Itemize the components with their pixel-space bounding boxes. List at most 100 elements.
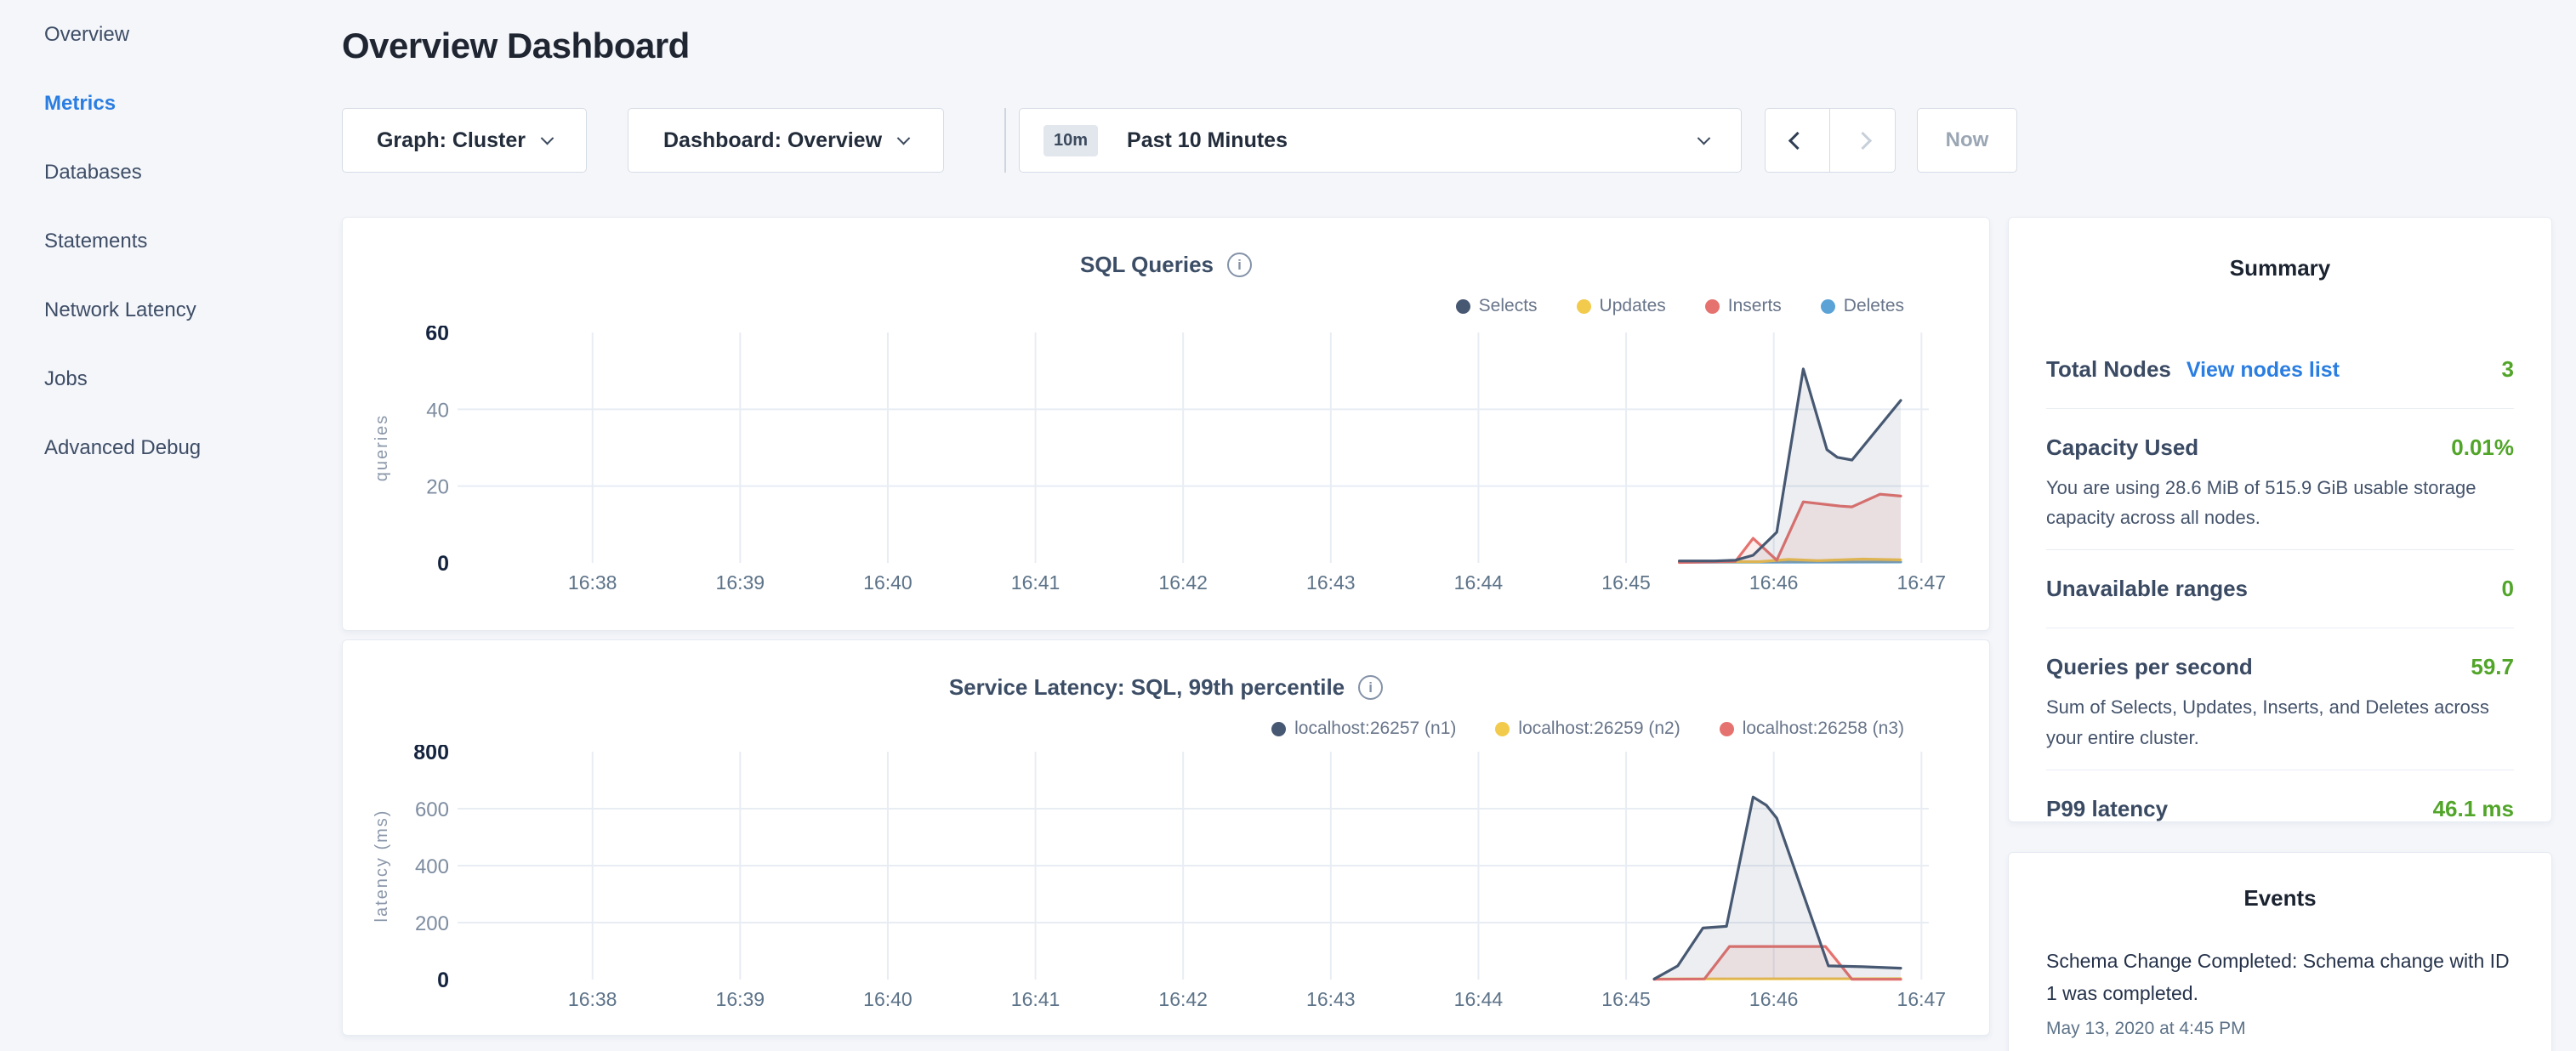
svg-text:0: 0 [437, 552, 449, 576]
time-range-dropdown[interactable]: 10m Past 10 Minutes [1019, 108, 1742, 173]
svg-text:16:45: 16:45 [1601, 571, 1651, 594]
svg-text:16:38: 16:38 [568, 571, 617, 594]
now-button[interactable]: Now [1917, 108, 2017, 173]
graph-scope-dropdown[interactable]: Graph: Cluster [342, 108, 587, 173]
time-forward-button[interactable] [1830, 108, 1896, 173]
summary-row-p99-latency: P99 latency 46.1 ms [2046, 770, 2514, 848]
summary-row-unavailable-ranges: Unavailable ranges 0 [2046, 550, 2514, 628]
svg-text:16:40: 16:40 [863, 571, 913, 594]
svg-text:16:46: 16:46 [1749, 988, 1799, 1010]
svg-text:16:47: 16:47 [1897, 571, 1947, 594]
legend-item-node1[interactable]: localhost:26257 (n1) [1271, 719, 1456, 739]
svg-text:200: 200 [415, 912, 449, 935]
svg-text:800: 800 [413, 745, 449, 764]
legend-item-selects[interactable]: Selects [1456, 296, 1538, 316]
time-range-badge: 10m [1043, 125, 1098, 156]
capacity-used-description: You are using 28.6 MiB of 515.9 GiB usab… [2046, 473, 2514, 532]
info-icon[interactable]: i [1358, 675, 1383, 700]
capacity-used-value: 0.01% [2451, 435, 2514, 461]
legend-item-deletes[interactable]: Deletes [1821, 296, 1904, 316]
service-latency-chart-card: Service Latency: SQL, 99th percentile i … [342, 639, 1990, 1036]
events-panel: Events Schema Change Completed: Schema c… [2008, 852, 2552, 1051]
legend-dot [1577, 299, 1591, 314]
svg-text:16:43: 16:43 [1306, 571, 1356, 594]
legend-item-updates[interactable]: Updates [1577, 296, 1666, 316]
service-latency-chart[interactable]: 0 200 400 600 800 16:38 16:39 16:40 16:41 16:42 16… [368, 745, 1965, 1025]
chart-title: Service Latency: SQL, 99th percentile [949, 674, 1345, 701]
chevron-down-icon [541, 131, 554, 145]
p99-latency-value: 46.1 ms [2433, 796, 2514, 822]
legend-dot [1271, 722, 1286, 736]
sidebar: Overview Metrics Databases Statements Ne… [0, 0, 298, 482]
unavailable-ranges-value: 0 [2502, 576, 2514, 602]
chevron-down-icon [1697, 132, 1711, 145]
svg-text:latency (ms): latency (ms) [372, 810, 391, 923]
svg-text:16:47: 16:47 [1897, 988, 1947, 1010]
svg-text:0: 0 [437, 969, 449, 992]
queries-per-second-value: 59.7 [2471, 654, 2514, 680]
view-nodes-list-link[interactable]: View nodes list [2186, 358, 2340, 383]
svg-text:16:46: 16:46 [1749, 571, 1799, 594]
sidebar-item-overview[interactable]: Overview [0, 0, 298, 69]
legend-item-node3[interactable]: localhost:26258 (n3) [1720, 719, 1904, 739]
events-heading: Events [2046, 885, 2514, 912]
svg-text:16:45: 16:45 [1601, 988, 1651, 1010]
svg-text:16:41: 16:41 [1011, 988, 1061, 1010]
info-icon[interactable]: i [1227, 253, 1252, 277]
page-title: Overview Dashboard [342, 26, 690, 66]
db-console-metrics-page: Overview Metrics Databases Statements Ne… [0, 0, 2576, 1051]
svg-text:16:39: 16:39 [716, 988, 765, 1010]
svg-text:60: 60 [425, 326, 449, 345]
svg-text:20: 20 [426, 476, 449, 499]
svg-text:16:39: 16:39 [716, 571, 765, 594]
svg-text:16:44: 16:44 [1454, 571, 1504, 594]
sidebar-item-advanced-debug[interactable]: Advanced Debug [0, 413, 298, 482]
legend-dot [1456, 299, 1470, 314]
dashboard-label: Dashboard: Overview [663, 128, 882, 153]
svg-text:16:42: 16:42 [1158, 571, 1208, 594]
svg-text:600: 600 [415, 798, 449, 821]
chevron-left-icon [1788, 131, 1806, 149]
legend-dot [1821, 299, 1835, 314]
legend-item-inserts[interactable]: Inserts [1705, 296, 1782, 316]
svg-text:16:44: 16:44 [1454, 988, 1504, 1010]
svg-text:40: 40 [426, 399, 449, 422]
svg-text:16:43: 16:43 [1306, 988, 1356, 1010]
svg-text:16:42: 16:42 [1158, 988, 1208, 1010]
sidebar-item-databases[interactable]: Databases [0, 138, 298, 207]
event-item-text: Schema Change Completed: Schema change w… [2046, 946, 2514, 1010]
time-nav-arrows [1765, 108, 1896, 173]
dashboard-dropdown[interactable]: Dashboard: Overview [628, 108, 944, 173]
sidebar-item-statements[interactable]: Statements [0, 207, 298, 276]
svg-text:16:38: 16:38 [568, 988, 617, 1010]
svg-text:16:41: 16:41 [1011, 571, 1061, 594]
controls-divider [1004, 108, 1006, 173]
time-back-button[interactable] [1765, 108, 1830, 173]
sidebar-item-metrics[interactable]: Metrics [0, 69, 298, 138]
sidebar-item-network-latency[interactable]: Network Latency [0, 276, 298, 344]
chart-legend: Selects Updates Inserts Deletes [1456, 296, 1904, 316]
chevron-down-icon [897, 131, 911, 145]
sql-queries-chart[interactable]: 0 20 40 60 16:38 16:39 16:40 16:41 16:42 16:43 16:… [368, 326, 1965, 606]
summary-row-total-nodes: Total Nodes View nodes list 3 [2046, 331, 2514, 408]
time-range-label: Past 10 Minutes [1127, 128, 1288, 153]
summary-panel: Summary Total Nodes View nodes list 3 Ca… [2008, 217, 2552, 822]
total-nodes-value: 3 [2502, 356, 2514, 383]
chevron-right-icon [1853, 131, 1871, 149]
svg-text:400: 400 [415, 855, 449, 878]
graph-scope-label: Graph: Cluster [377, 128, 526, 153]
queries-per-second-description: Sum of Selects, Updates, Inserts, and De… [2046, 692, 2514, 752]
legend-dot [1495, 722, 1510, 736]
summary-heading: Summary [2046, 255, 2514, 281]
legend-dot [1705, 299, 1720, 314]
sidebar-item-jobs[interactable]: Jobs [0, 344, 298, 413]
legend-dot [1720, 722, 1734, 736]
chart-title: SQL Queries [1080, 252, 1214, 278]
svg-text:16:40: 16:40 [863, 988, 913, 1010]
svg-text:queries: queries [372, 414, 391, 482]
legend-item-node2[interactable]: localhost:26259 (n2) [1495, 719, 1680, 739]
dashboard-controls: Graph: Cluster Dashboard: Overview 10m P… [342, 108, 2017, 173]
event-item-timestamp: May 13, 2020 at 4:45 PM [2046, 1019, 2514, 1039]
chart-legend: localhost:26257 (n1) localhost:26259 (n2… [1271, 719, 1904, 739]
sql-queries-chart-card: SQL Queries i Selects Updates Inserts De… [342, 217, 1990, 631]
